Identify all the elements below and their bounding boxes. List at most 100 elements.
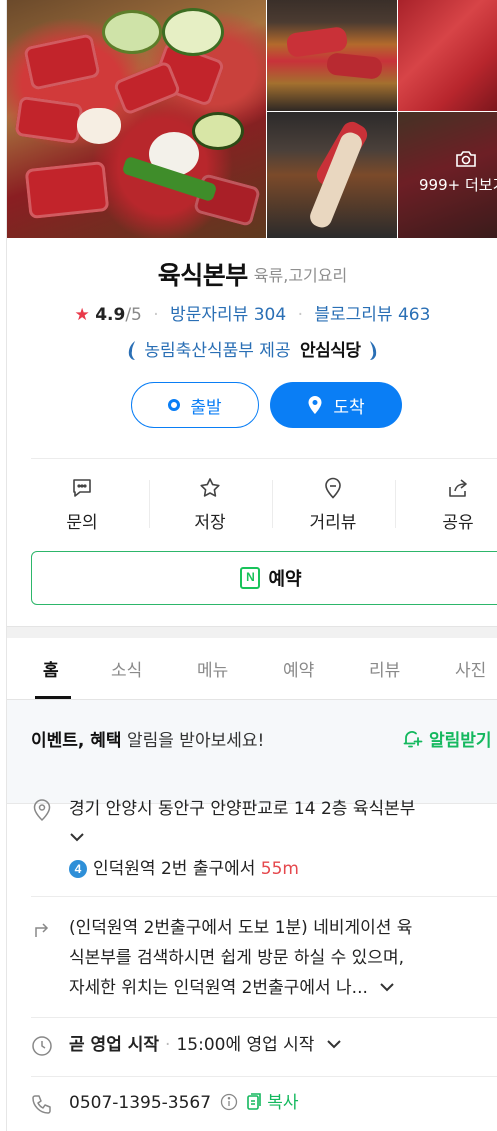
hours-row[interactable]: 곧 영업 시작 · 15:00에 영업 시작	[31, 1032, 497, 1062]
more-photos-count: 999+ 더보기	[419, 176, 497, 194]
separator-dot: ·	[153, 305, 159, 325]
bell-plus-icon	[403, 730, 423, 747]
blog-reviews-link[interactable]: 블로그리뷰 463	[314, 305, 430, 325]
place-category: 육류,고기요리	[253, 266, 348, 285]
title-row: 육식본부 육류,고기요리	[7, 256, 497, 292]
rating-row: ★ 4.9/5 · 방문자리뷰 304 · 블로그리뷰 463	[7, 300, 497, 325]
phone-icon	[32, 1095, 51, 1114]
location-icon	[33, 799, 51, 822]
inquiry-button[interactable]: 문의	[27, 468, 137, 538]
hours-status: 곧 영업 시작	[69, 1035, 160, 1055]
place-name: 육식본부	[157, 261, 249, 290]
location-pin-icon	[308, 396, 322, 414]
more-photos-button[interactable]: 999+ 더보기	[419, 150, 497, 195]
tab-bar: 홈 소식 메뉴 예약 리뷰 사진	[7, 638, 497, 700]
pin-icon	[325, 477, 341, 499]
address-row: 경기 안양시 동안구 안양판교로 14 2층 육식본부 4 인덕원역 2번 출구에…	[31, 796, 497, 890]
street-view-label: 거리뷰	[309, 513, 357, 533]
destination-button[interactable]: 도착	[270, 382, 402, 428]
hours-text: 15:00에 영업 시작	[176, 1035, 315, 1055]
directions-line-3: 자세한 위치는 인덕원역 2번출구에서 나...	[69, 978, 368, 998]
photo-gallery: 999+ 더보기	[7, 0, 497, 238]
safe-restaurant-badge[interactable]: 농림축산식품부 제공 안심식당	[7, 336, 497, 361]
directions-line-1: (인덕원역 2번출구에서 도보 1분) 네비게이션 육	[69, 918, 413, 938]
action-separator	[149, 480, 150, 528]
route-buttons: 출발 도착	[131, 382, 403, 430]
save-label: 저장	[194, 513, 226, 533]
inquiry-label: 문의	[66, 513, 98, 533]
destination-label: 도착	[333, 397, 365, 418]
chevron-down-icon[interactable]	[69, 831, 85, 843]
action-separator	[272, 480, 273, 528]
directions-text-block: (인덕원역 2번출구에서 도보 1분) 네비게이션 육 식본부를 검색하시면 쉽…	[69, 913, 412, 1003]
tab-photo[interactable]: 사진	[455, 656, 486, 681]
photo-thumb-1[interactable]	[267, 0, 397, 111]
copy-icon	[247, 1093, 261, 1110]
reserve-label: 예약	[268, 569, 302, 590]
origin-icon	[168, 399, 181, 411]
start-button[interactable]: 출발	[131, 382, 259, 428]
share-button[interactable]: 공유	[403, 468, 497, 538]
laurel-left-icon	[128, 341, 136, 360]
separator-dot: ·	[297, 305, 303, 325]
hours-text-block: 곧 영업 시작 · 15:00에 영업 시작	[69, 1032, 342, 1059]
clock-icon	[32, 1036, 52, 1056]
tab-home[interactable]: 홈	[43, 656, 59, 681]
phone-text-block: 0507-1395-3567 복사	[69, 1090, 299, 1117]
photo-thumb-2[interactable]	[398, 0, 497, 111]
subscribe-alert-button[interactable]: 알림받기	[401, 726, 492, 751]
badge-label: 안심식당	[300, 341, 361, 361]
visitor-reviews-link[interactable]: 방문자리뷰 304	[170, 305, 286, 325]
copy-button[interactable]: 복사	[246, 1093, 299, 1113]
subscribe-label: 알림받기	[429, 731, 492, 751]
chevron-down-icon[interactable]	[326, 1038, 342, 1050]
tab-reserve[interactable]: 예약	[283, 656, 314, 681]
rating-score: 4.9	[95, 305, 126, 325]
phone-row: 0507-1395-3567 복사	[31, 1090, 497, 1120]
copy-label: 복사	[267, 1093, 299, 1113]
main-photo[interactable]	[7, 0, 266, 238]
directions-line-2: 식본부를 검색하시면 쉽게 방문 하실 수 있으며,	[69, 948, 404, 968]
chevron-down-icon[interactable]	[379, 981, 395, 993]
laurel-right-icon	[369, 341, 377, 360]
share-icon	[449, 479, 467, 497]
reserve-button[interactable]: N 예약	[31, 551, 497, 605]
separator-dot: ·	[165, 1035, 171, 1055]
action-bar: 문의 저장 거리뷰 공유	[27, 468, 497, 538]
action-separator	[395, 480, 396, 528]
address-text: 경기 안양시 동안구 안양판교로 14 2층 육식본부	[69, 799, 416, 819]
badge-provider: 농림축산식품부 제공	[144, 341, 291, 361]
tab-menu[interactable]: 메뉴	[197, 656, 228, 681]
share-label: 공유	[442, 513, 474, 533]
info-icon[interactable]	[220, 1093, 238, 1111]
photo-thumb-3[interactable]	[267, 112, 397, 238]
subway-line-badge: 4	[69, 860, 87, 878]
star-icon	[200, 478, 220, 497]
rating-max: /5	[125, 305, 142, 325]
notification-banner: 이벤트, 혜택 알림을 받아보세요! 알림받기	[7, 700, 497, 804]
active-tab-indicator	[35, 696, 71, 699]
subway-text: 인덕원역 2번 출구에서	[93, 859, 256, 879]
route-arrow-icon	[35, 923, 49, 937]
address-text-block: 경기 안양시 동안구 안양판교로 14 2층 육식본부 4 인덕원역 2번 출구에…	[69, 796, 415, 883]
start-label: 출발	[190, 397, 222, 418]
naver-booking-icon: N	[240, 567, 261, 589]
notice-bold: 이벤트, 혜택	[31, 731, 122, 751]
directions-row[interactable]: (인덕원역 2번출구에서 도보 1분) 네비게이션 육 식본부를 검색하시면 쉽…	[31, 913, 497, 1009]
chat-icon	[73, 479, 91, 497]
section-separator	[7, 626, 497, 638]
phone-number[interactable]: 0507-1395-3567	[69, 1093, 211, 1113]
divider	[31, 458, 497, 459]
divider	[31, 1076, 497, 1077]
notice-text: 알림을 받아보세요!	[121, 731, 265, 751]
place-page: 999+ 더보기 육식본부육류,고기요리 ★ 4.9/5 · 방문자리뷰 304…	[6, 0, 497, 1131]
subway-distance: 55m	[260, 859, 299, 879]
notice-message: 이벤트, 혜택 알림을 받아보세요!	[31, 726, 264, 751]
divider	[31, 1017, 497, 1018]
divider	[31, 896, 497, 897]
star-icon: ★	[74, 305, 90, 325]
tab-news[interactable]: 소식	[111, 656, 142, 681]
save-button[interactable]: 저장	[155, 468, 265, 538]
tab-review[interactable]: 리뷰	[369, 656, 400, 681]
street-view-button[interactable]: 거리뷰	[278, 468, 388, 538]
